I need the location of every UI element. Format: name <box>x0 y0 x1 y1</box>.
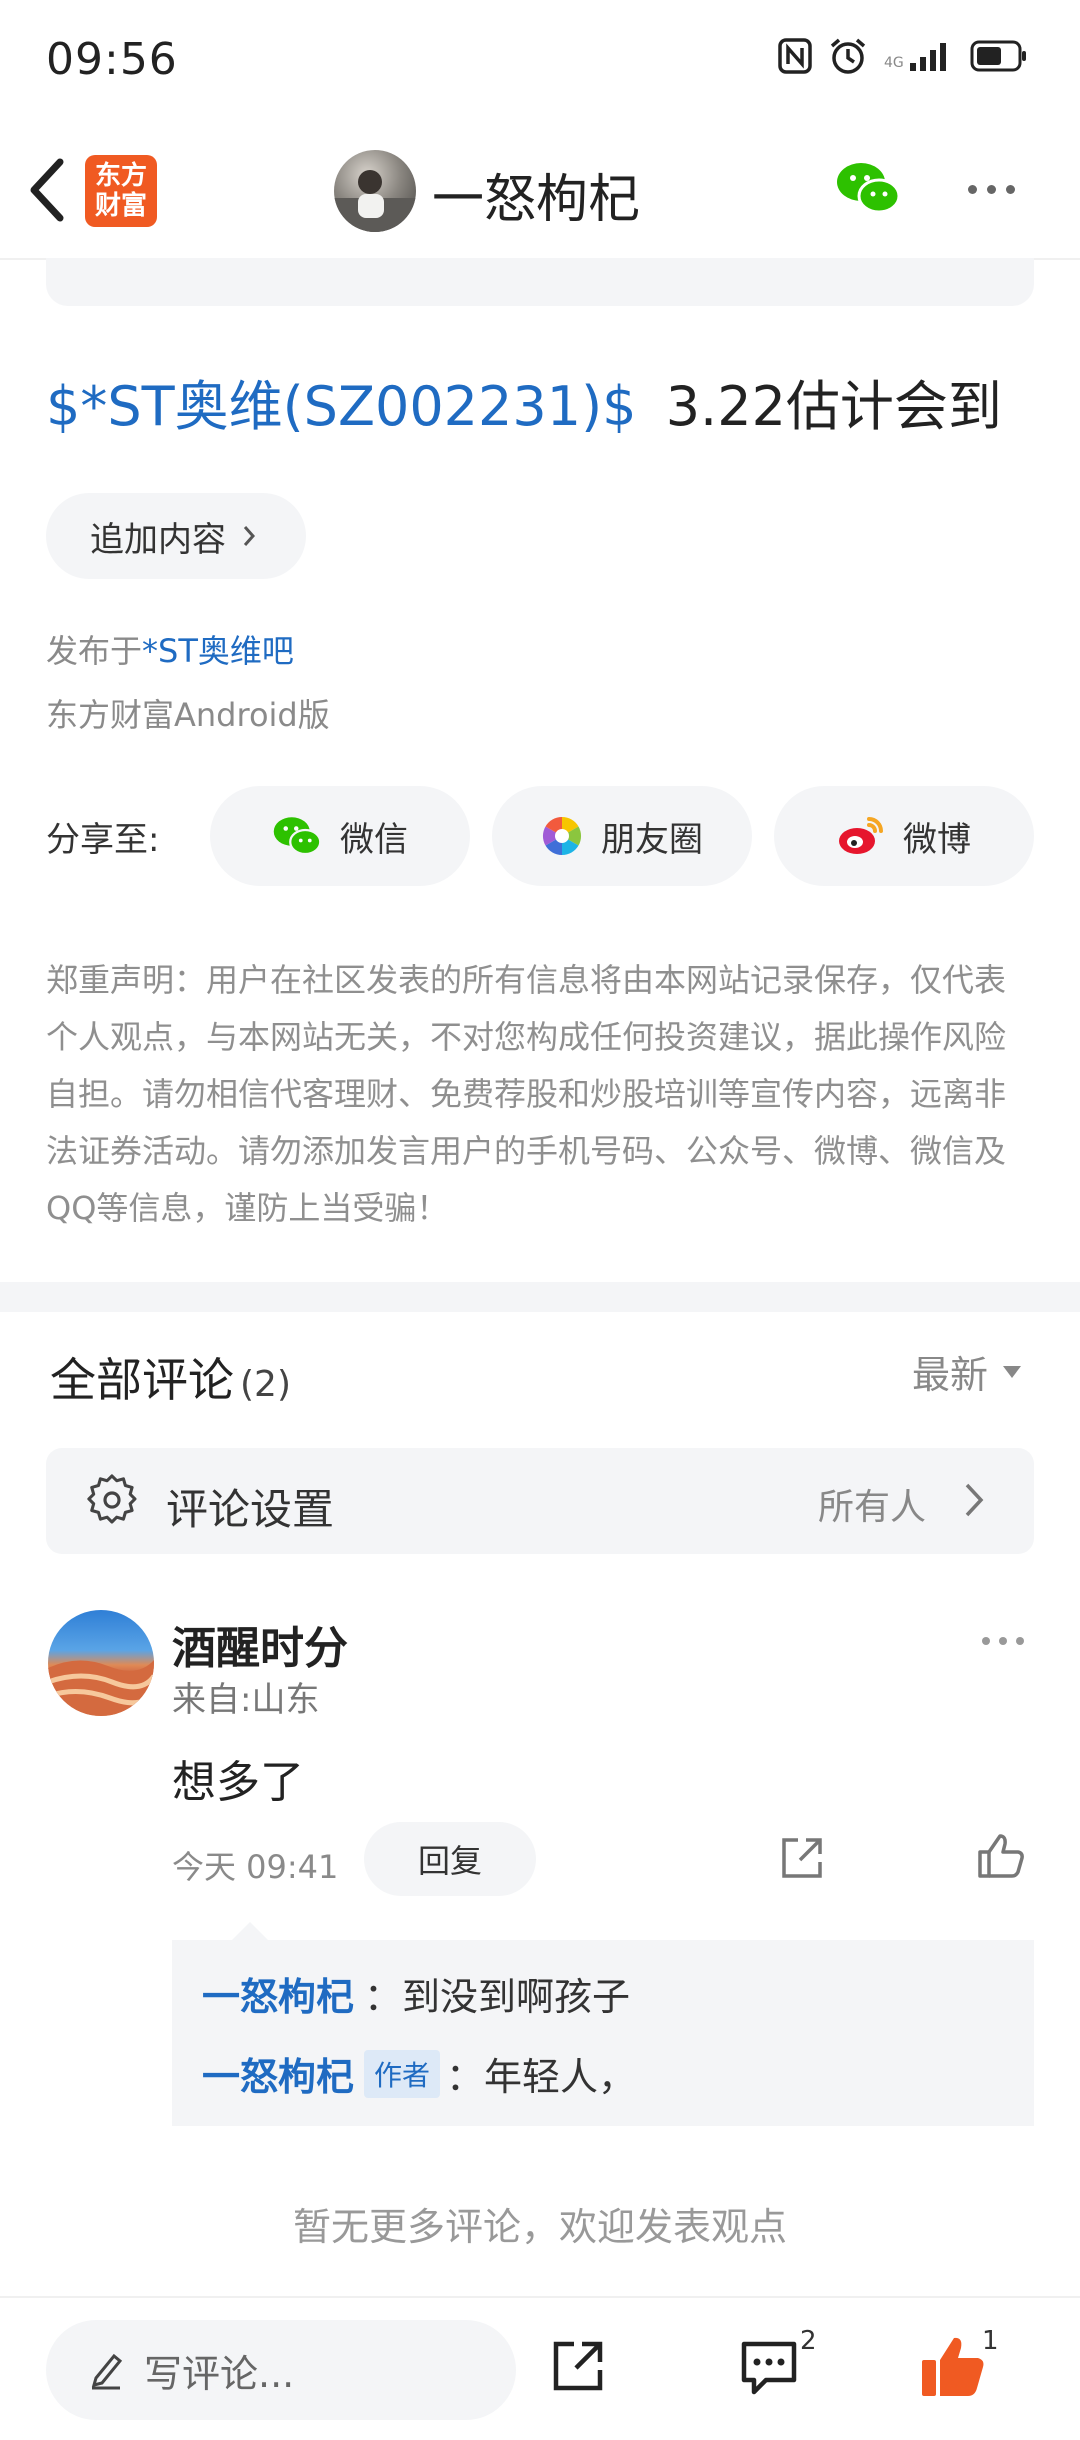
more-dot <box>1006 185 1015 194</box>
comment-time: 今天 09:41 <box>172 1848 339 1886</box>
reply-button[interactable]: 回复 <box>364 1822 536 1896</box>
share-icon[interactable] <box>548 2336 608 2396</box>
published-in: 发布于*ST奥维吧 <box>46 626 294 672</box>
pencil-icon <box>91 2353 123 2390</box>
svg-text:4G: 4G <box>884 55 904 71</box>
reply-item[interactable]: 一怒枸杞 作者 ：年轻人， <box>202 2046 636 2101</box>
reply-author[interactable]: 一怒枸杞 <box>202 1966 354 2021</box>
post-title-text: 3.22估计会到 <box>665 375 1002 438</box>
comments-count: (2) <box>240 1364 291 1405</box>
wechat-share-button[interactable] <box>835 160 901 220</box>
back-button[interactable] <box>22 150 72 230</box>
author-avatar[interactable] <box>334 150 416 232</box>
more-dot <box>968 185 977 194</box>
battery-icon <box>970 40 1026 72</box>
moments-icon <box>542 816 582 856</box>
more-dot <box>1016 1637 1024 1645</box>
chevron-right-icon <box>243 526 256 546</box>
commenter-location: 来自:山东 <box>172 1680 320 1720</box>
thumbs-up-filled-icon[interactable] <box>920 2334 986 2398</box>
share-moments-label: 朋友圈 <box>601 819 703 860</box>
append-content-label: 追加内容 <box>90 519 226 560</box>
reply-box-caret <box>232 1922 268 1940</box>
author-badge: 作者 <box>364 2049 441 2098</box>
thumbs-up-icon[interactable] <box>976 1832 1026 1880</box>
stock-tag-link[interactable]: $*ST奥维(SZ002231)$ <box>46 375 637 438</box>
commenter-avatar[interactable] <box>48 1610 154 1716</box>
client-info: 东方财富Android版 <box>46 696 330 734</box>
chevron-right-icon <box>965 1483 984 1517</box>
share-wechat-label: 微信 <box>340 819 408 860</box>
comment-more-button[interactable] <box>982 1637 1024 1645</box>
more-dot <box>987 185 996 194</box>
brand-logo-text-1: 东方 <box>94 161 147 191</box>
gear-icon <box>87 1474 137 1524</box>
share-wechat-button[interactable]: 微信 <box>210 786 470 886</box>
reply-author[interactable]: 一怒枸杞 <box>202 2046 354 2101</box>
reply-item[interactable]: 一怒枸杞 ：到没到啊孩子 <box>202 1966 630 2021</box>
comments-title: 全部评论 (2) <box>50 1344 291 1410</box>
write-comment-input[interactable]: 写评论... <box>46 2320 516 2420</box>
signal-icon: 4G <box>884 43 946 71</box>
comment-count-badge: 2 <box>800 2326 817 2356</box>
comment-settings-value: 所有人 <box>818 1487 927 1528</box>
more-options-button[interactable] <box>968 185 1015 194</box>
share-icon[interactable] <box>778 1834 826 1882</box>
scrolled-card <box>46 258 1034 306</box>
share-moments-button[interactable]: 朋友圈 <box>492 786 752 886</box>
status-time: 09:56 <box>46 34 178 85</box>
append-content-button[interactable]: 追加内容 <box>46 493 306 579</box>
no-more-comments: 暂无更多评论，欢迎发表观点 <box>292 2205 787 2249</box>
alarm-icon <box>830 38 866 74</box>
like-count-badge: 1 <box>982 2326 999 2356</box>
wechat-icon <box>273 817 322 856</box>
comments-title-label: 全部评论 <box>50 1353 234 1407</box>
reply-text: ：年轻人， <box>446 2055 637 2099</box>
section-separator <box>0 1282 1080 1312</box>
status-icons: 4G <box>778 36 1028 76</box>
comment-icon[interactable] <box>738 2338 800 2396</box>
write-comment-placeholder: 写评论... <box>144 2351 295 2396</box>
share-weibo-button[interactable]: 微博 <box>774 786 1034 886</box>
post-title: $*ST奥维(SZ002231)$ 3.22估计会到 <box>46 362 1002 441</box>
commenter-name[interactable]: 酒醒时分 <box>172 1612 348 1676</box>
share-label: 分享至: <box>46 820 160 860</box>
comment-text: 想多了 <box>172 1757 304 1808</box>
more-dot <box>982 1637 990 1645</box>
author-name[interactable]: 一怒枸杞 <box>432 157 640 232</box>
forum-link[interactable]: *ST奥维吧 <box>142 632 294 670</box>
wechat-icon <box>837 163 901 214</box>
share-weibo-label: 微博 <box>903 819 971 860</box>
more-dot <box>999 1637 1007 1645</box>
back-icon <box>30 158 64 222</box>
sort-dropdown[interactable]: 最新 <box>912 1344 1022 1399</box>
reply-text: ：到没到啊孩子 <box>364 1975 631 2019</box>
disclaimer-text: 郑重声明：用户在社区发表的所有信息将由本网站记录保存，仅代表个人观点，与本网站无… <box>46 961 1007 1227</box>
published-prefix: 发布于 <box>46 632 143 670</box>
brand-logo-text-2: 财富 <box>94 191 147 221</box>
caret-down-icon <box>1003 1365 1022 1378</box>
weibo-icon <box>839 817 883 854</box>
nfc-icon <box>778 38 812 74</box>
brand-logo[interactable]: 东方 财富 <box>85 155 157 227</box>
comment-settings-label: 评论设置 <box>166 1485 335 1534</box>
sort-label: 最新 <box>912 1353 989 1397</box>
